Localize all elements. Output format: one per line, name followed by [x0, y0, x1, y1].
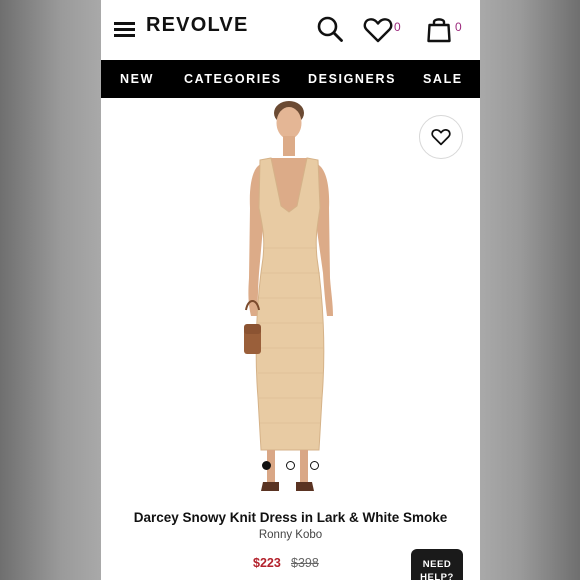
add-to-wishlist-button[interactable] — [419, 115, 463, 159]
need-help-button[interactable]: NEED HELP? — [411, 549, 463, 580]
product-title: Darcey Snowy Knit Dress in Lark & White … — [133, 510, 448, 525]
blurred-background-left — [0, 0, 101, 580]
carousel-dot-2[interactable] — [286, 461, 295, 470]
shopping-bag-icon[interactable] — [425, 15, 453, 43]
image-carousel-dots — [101, 461, 480, 471]
carousel-dot-1[interactable] — [262, 461, 271, 470]
product-image-area[interactable] — [101, 98, 480, 500]
site-logo[interactable]: REVOLVE — [146, 14, 249, 37]
site-header: REVOLVE 0 0 — [101, 0, 480, 60]
product-model-image — [244, 101, 333, 491]
nav-item-new[interactable]: NEW — [120, 60, 154, 98]
nav-item-categories[interactable]: CATEGORIES — [184, 60, 282, 98]
wishlist-heart-icon[interactable] — [363, 17, 393, 43]
blurred-background-right — [480, 0, 580, 580]
carousel-dot-3[interactable] — [310, 461, 319, 470]
main-navigation: NEW CATEGORIES DESIGNERS SALE — [101, 60, 480, 98]
search-icon[interactable] — [316, 15, 344, 43]
original-price: $398 — [291, 556, 319, 570]
nav-item-designers[interactable]: DESIGNERS — [308, 60, 396, 98]
sale-price: $223 — [253, 556, 281, 570]
heart-outline-icon — [430, 129, 451, 146]
menu-icon[interactable] — [114, 21, 136, 37]
product-brand[interactable]: Ronny Kobo — [101, 529, 480, 541]
bag-count-badge: 0 — [455, 20, 462, 34]
nav-item-sale[interactable]: SALE — [423, 60, 463, 98]
mobile-screen: REVOLVE 0 0 NEW CATEGORIES DESIGNERS SAL… — [101, 0, 480, 580]
wishlist-count-badge: 0 — [394, 20, 401, 34]
